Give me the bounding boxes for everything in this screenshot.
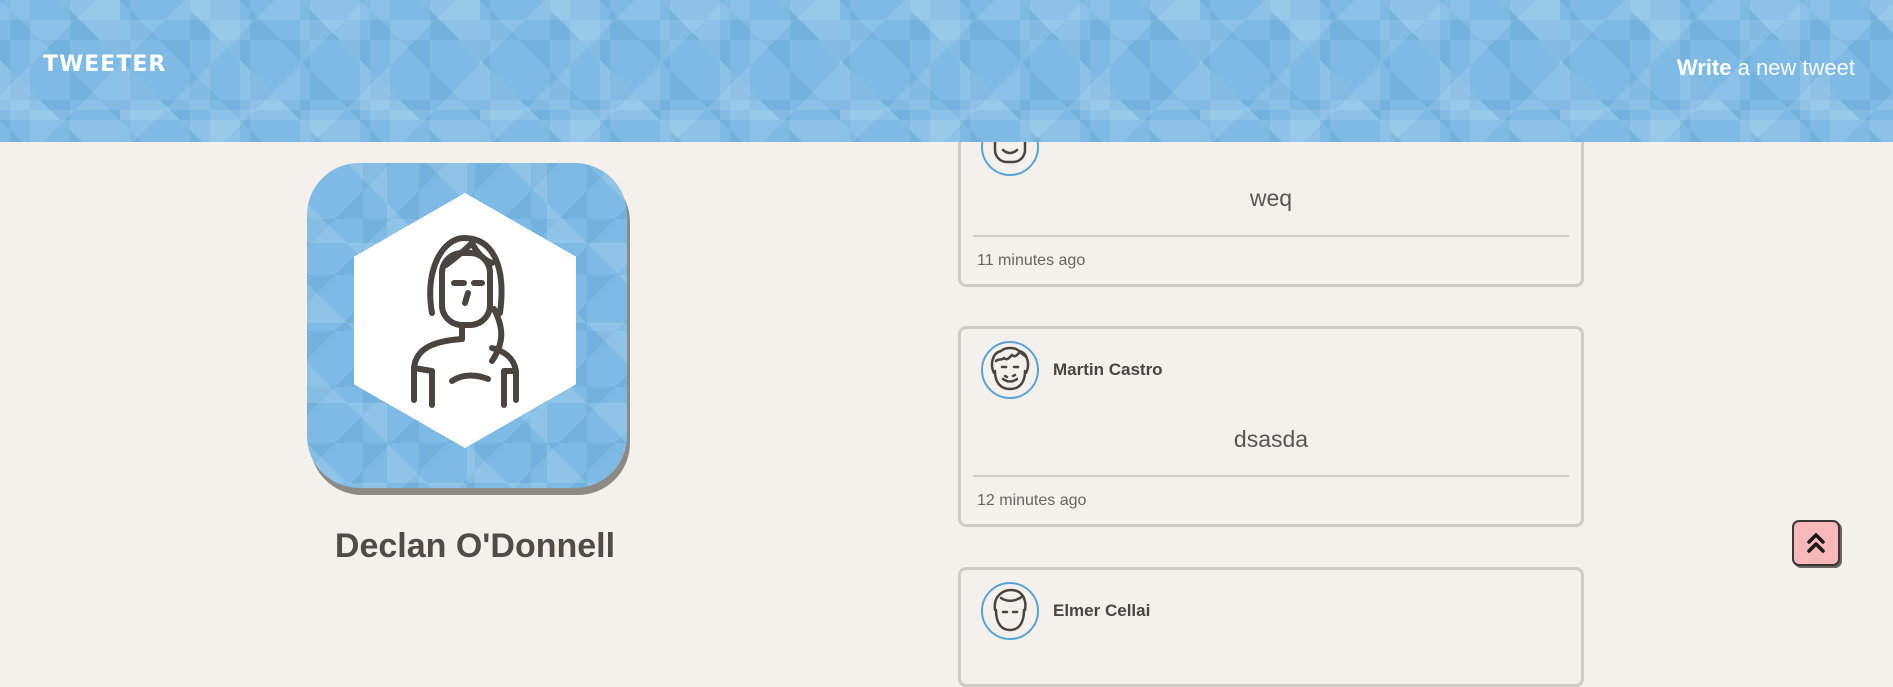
double-chevron-up-icon	[1807, 533, 1825, 553]
curly-hair-man-avatar-icon	[990, 346, 1030, 391]
man-avatar-icon	[993, 588, 1027, 632]
woman-avatar-icon	[411, 235, 519, 408]
tweet-card: Elmer Cellai	[958, 567, 1584, 687]
author-avatar[interactable]	[981, 341, 1039, 399]
write-tweet-button[interactable]: Write a new tweet	[1677, 55, 1855, 81]
scroll-to-top-button[interactable]	[1792, 520, 1840, 566]
author-avatar[interactable]	[981, 582, 1039, 640]
tweet-timestamp: 11 minutes ago	[977, 252, 1086, 269]
tweet-divider	[973, 235, 1569, 237]
tweet-divider	[973, 475, 1569, 477]
top-nav: TWEETER Write a new tweet	[0, 0, 1893, 142]
tweet-timestamp: 12 minutes ago	[977, 492, 1087, 509]
brand-logo[interactable]: TWEETER	[43, 52, 166, 77]
profile-name: Declan O'Donnell	[334, 527, 616, 565]
compose-bold-label: Write	[1676, 55, 1732, 80]
tweet-card: Martin Castro dsasda 12 minutes ago	[958, 326, 1584, 527]
profile-avatar-card	[307, 163, 627, 488]
tweet-author[interactable]: Elmer Cellai	[1053, 601, 1150, 621]
tweet-content: weq	[1249, 185, 1293, 211]
tweet-author[interactable]: Martin Castro	[1053, 360, 1163, 380]
avatar-hexagon	[354, 193, 576, 448]
compose-rest-label: a new tweet	[1737, 55, 1855, 80]
tweet-content: dsasda	[1233, 426, 1309, 452]
